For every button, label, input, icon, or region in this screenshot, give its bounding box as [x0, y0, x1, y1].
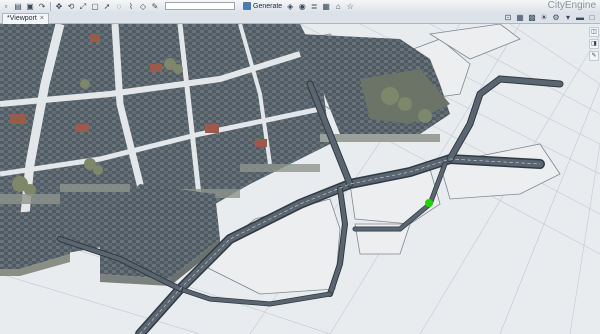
cleanup-icon[interactable]: ◉ — [297, 2, 307, 11]
minimize-icon[interactable]: ▬ — [575, 13, 585, 22]
close-icon[interactable]: × — [40, 15, 44, 22]
side-toolbar: ◫ ◨ ✎ — [589, 26, 599, 62]
move-icon[interactable]: ✥ — [54, 2, 64, 11]
textures-icon[interactable]: ▩ — [527, 13, 537, 22]
city-scene[interactable] — [0, 24, 600, 334]
tab-viewport-label: *Viewport — [7, 15, 37, 22]
lasso-icon[interactable]: ◌ — [114, 2, 124, 11]
viewport-toolbar: ⊡ ▦ ▩ ☀ ⚙ ▾ ▬ □ — [502, 12, 598, 23]
generate-icon[interactable]: ◈ — [285, 2, 295, 11]
select-icon[interactable]: ➚ — [102, 2, 112, 11]
fit-view-icon[interactable]: ⊡ — [503, 13, 513, 22]
toolbar-separator — [50, 1, 51, 11]
search-input[interactable] — [165, 2, 235, 10]
open-icon[interactable]: ▤ — [13, 2, 23, 11]
generate-button-icon — [243, 2, 251, 10]
generate-button-label: Generate — [253, 2, 283, 10]
new-icon[interactable]: ▫ — [1, 2, 11, 11]
rotate-icon[interactable]: ⟲ — [66, 2, 76, 11]
redo-icon[interactable]: ↷ — [37, 2, 47, 11]
settings-icon[interactable]: ⚙ — [551, 13, 561, 22]
draw-street-icon[interactable]: ⌇ — [126, 2, 136, 11]
tab-viewport[interactable]: *Viewport × — [2, 12, 49, 24]
layers-icon[interactable]: ≣ — [309, 2, 319, 11]
maximize-icon[interactable]: □ — [587, 13, 597, 22]
side-tool-b-icon[interactable]: ◨ — [589, 39, 599, 49]
app-title: CityEngine — [547, 0, 596, 11]
generate-button[interactable]: Generate — [241, 1, 284, 11]
3d-viewport[interactable] — [0, 24, 600, 334]
grid-icon[interactable]: ▦ — [321, 2, 331, 11]
lighting-icon[interactable]: ☀ — [539, 13, 549, 22]
scale-icon[interactable]: ⤢ — [78, 2, 88, 11]
frame-icon[interactable]: ▢ — [90, 2, 100, 11]
side-tool-c-icon[interactable]: ✎ — [589, 51, 599, 61]
save-icon[interactable]: ▣ — [25, 2, 35, 11]
draw-shape-icon[interactable]: ◇ — [138, 2, 148, 11]
wireframe-icon[interactable]: ▦ — [515, 13, 525, 22]
selection-marker[interactable] — [425, 199, 433, 207]
bookmark-icon[interactable]: ☆ — [345, 2, 355, 11]
edit-icon[interactable]: ✎ — [150, 2, 160, 11]
side-tool-a-icon[interactable]: ◫ — [589, 27, 599, 37]
camera-icon[interactable]: ⌂ — [333, 2, 343, 11]
menu-icon[interactable]: ▾ — [563, 13, 573, 22]
